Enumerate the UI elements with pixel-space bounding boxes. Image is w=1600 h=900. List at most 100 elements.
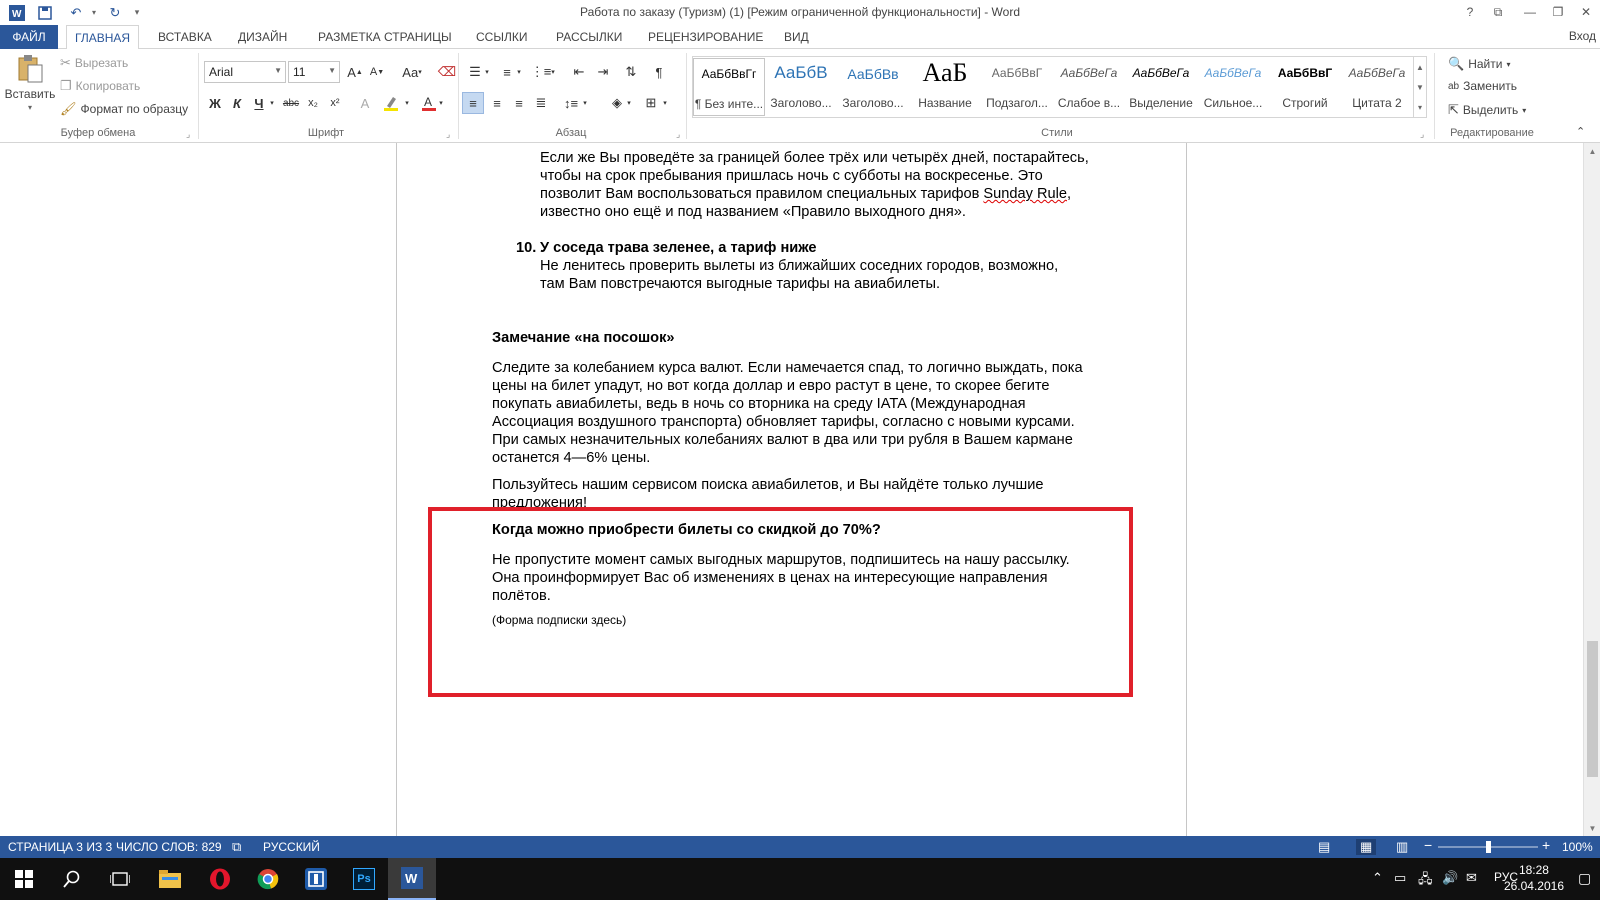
volume-icon[interactable]: 🔊 (1442, 870, 1458, 886)
print-layout-icon[interactable]: ▦ (1356, 839, 1377, 855)
word-count[interactable]: ЧИСЛО СЛОВ: 829 (116, 840, 222, 854)
tab-home[interactable]: ГЛАВНАЯ (66, 25, 140, 50)
cut-button[interactable]: ✂ Вырезать (60, 55, 128, 71)
line-spacing-icon[interactable]: ↕≡ (560, 92, 582, 114)
notifications-icon[interactable]: ▢ (1578, 870, 1591, 887)
font-size-combo[interactable]: 11 ▼ (288, 61, 340, 83)
minimize-button[interactable]: — (1516, 2, 1544, 22)
help-button[interactable]: ? (1456, 2, 1484, 22)
style-heading-2[interactable]: АаБбВв Заголово... (837, 58, 909, 116)
font-launcher-icon[interactable]: ⌟ (446, 129, 450, 140)
select-button[interactable]: ⇱ Выделить ▾ (1448, 102, 1526, 118)
web-layout-icon[interactable]: ▥ (1396, 839, 1408, 855)
expand-gallery-icon[interactable]: ▾ (1418, 103, 1422, 112)
shading-dropdown-icon[interactable]: ▾ (624, 92, 634, 114)
collapse-ribbon-icon[interactable]: ⌃ (1576, 125, 1585, 138)
align-right-icon[interactable]: ≡ (508, 92, 530, 114)
replace-button[interactable]: ab Заменить (1448, 79, 1517, 93)
search-icon[interactable] (48, 858, 96, 900)
italic-button[interactable]: К (226, 92, 248, 114)
highlight-icon[interactable] (380, 92, 402, 114)
task-view-icon[interactable] (96, 858, 144, 900)
zoom-in-icon[interactable]: + (1542, 837, 1550, 853)
style-title[interactable]: АаБ Название (909, 58, 981, 116)
explorer-icon[interactable] (146, 858, 194, 900)
line-spacing-dropdown-icon[interactable]: ▾ (580, 92, 590, 114)
scroll-up-icon[interactable]: ▲ (1584, 143, 1600, 159)
decrease-indent-icon[interactable]: ⇤ (568, 61, 590, 83)
bold-button[interactable]: Ж (204, 92, 226, 114)
borders-dropdown-icon[interactable]: ▾ (660, 92, 670, 114)
copy-button[interactable]: ❐ Копировать (60, 78, 140, 94)
format-painter-button[interactable]: 🖌 Формат по образцу (60, 101, 188, 117)
tab-references[interactable]: ССЫЛКИ (468, 25, 535, 49)
multilevel-dropdown-icon[interactable]: ▾ (548, 61, 558, 83)
scroll-thumb[interactable] (1587, 641, 1598, 777)
list-item-10-heading[interactable]: У соседа трава зеленее, а тариф ниже (540, 239, 1100, 257)
note-heading[interactable]: Замечание «на посошок» (492, 329, 1092, 347)
tab-file[interactable]: ФАЙЛ (0, 25, 58, 49)
show-hidden-icons-icon[interactable]: ⌃ (1372, 870, 1383, 886)
proofing-icon[interactable]: ⧉ (232, 839, 241, 855)
list-item-10-text[interactable]: Не ленитесь проверить вылеты из ближайши… (540, 257, 1080, 293)
style-subtle-emphasis[interactable]: АаБбВеГа Слабое в... (1053, 58, 1125, 116)
sign-in-link[interactable]: Вход (1569, 29, 1596, 43)
tab-insert[interactable]: ВСТАВКА (150, 25, 220, 49)
start-icon[interactable] (0, 858, 48, 900)
tab-layout[interactable]: РАЗМЕТКА СТРАНИЦЫ (310, 25, 460, 49)
chevron-down-icon[interactable]: ▼ (1416, 83, 1424, 92)
shrink-font-icon[interactable]: A ▼ (366, 61, 388, 83)
change-case-button[interactable]: Aa ▾ (396, 61, 428, 83)
underline-dropdown-icon[interactable]: ▾ (266, 92, 278, 114)
photoshop-icon[interactable]: Ps (340, 858, 388, 900)
note-paragraph[interactable]: Следите за колебанием курса валют. Если … (492, 359, 1092, 467)
paragraph-launcher-icon[interactable]: ⌟ (676, 129, 680, 140)
page-count[interactable]: СТРАНИЦА 3 ИЗ 3 (8, 840, 112, 854)
style-quote-2[interactable]: АаБбВеГа Цитата 2 (1341, 58, 1413, 116)
tab-mailings[interactable]: РАССЫЛКИ (548, 25, 630, 49)
style-strong[interactable]: АаБбВвГ Строгий (1269, 58, 1341, 116)
increase-indent-icon[interactable]: ⇥ (592, 61, 614, 83)
read-mode-icon[interactable]: ▤ (1318, 839, 1330, 855)
word-taskbar-icon[interactable]: W (388, 858, 436, 900)
bullets-dropdown-icon[interactable]: ▾ (482, 61, 492, 83)
superscript-button[interactable]: x² (324, 92, 346, 114)
battery-icon[interactable]: ▭ (1394, 870, 1406, 886)
tab-review[interactable]: РЕЦЕНЗИРОВАНИЕ (640, 25, 771, 49)
align-left-icon[interactable]: ≡ (462, 92, 484, 114)
clipboard-launcher-icon[interactable]: ⌟ (186, 129, 190, 140)
zoom-level[interactable]: 100% (1562, 840, 1593, 854)
zoom-out-icon[interactable]: − (1424, 837, 1432, 853)
sort-icon[interactable]: ⇅ (620, 61, 642, 83)
align-center-icon[interactable]: ≡ (486, 92, 508, 114)
clear-format-icon[interactable]: ⌫ (436, 61, 458, 83)
style-intense-emphasis[interactable]: АаБбВеГа Сильное... (1197, 58, 1269, 116)
chevron-up-icon[interactable]: ▲ (1416, 63, 1424, 72)
app-icon[interactable] (292, 858, 340, 900)
language-indicator[interactable]: РУССКИЙ (263, 840, 320, 854)
text-effects-icon[interactable]: A (354, 92, 376, 114)
close-button[interactable]: ✕ (1572, 2, 1600, 22)
chrome-icon[interactable] (244, 858, 292, 900)
vertical-scrollbar[interactable]: ▲ ▼ (1583, 143, 1600, 836)
message-icon[interactable]: ✉ (1466, 870, 1477, 886)
style-heading-1[interactable]: АаБбВ Заголово... (765, 58, 837, 116)
tab-view[interactable]: ВИД (776, 25, 817, 49)
justify-icon[interactable]: ≣ (530, 92, 552, 114)
grow-font-icon[interactable]: A ▲ (344, 61, 366, 83)
ribbon-display-button[interactable]: ⧉ (1484, 2, 1512, 22)
style-subtitle[interactable]: АаБбВвГ Подзагол... (981, 58, 1053, 116)
style-emphasis[interactable]: АаБбВеГа Выделение (1125, 58, 1197, 116)
network-icon[interactable]: 🖧 (1418, 870, 1433, 892)
highlight-dropdown-icon[interactable]: ▾ (402, 92, 412, 114)
borders-icon[interactable]: ⊞ (640, 92, 662, 114)
style-no-spacing[interactable]: АаБбВвГг ¶ Без инте... (693, 58, 765, 116)
styles-launcher-icon[interactable]: ⌟ (1420, 129, 1424, 140)
clock[interactable]: 18:28 26.04.2016 (1504, 862, 1564, 894)
font-family-combo[interactable]: Arial ▼ (204, 61, 286, 83)
zoom-slider[interactable] (1438, 841, 1538, 853)
paste-button[interactable]: Вставить ▾ (5, 53, 55, 112)
subscript-button[interactable]: x₂ (302, 92, 324, 114)
strikethrough-button[interactable]: abc (280, 92, 302, 114)
font-color-dropdown-icon[interactable]: ▾ (436, 92, 446, 114)
